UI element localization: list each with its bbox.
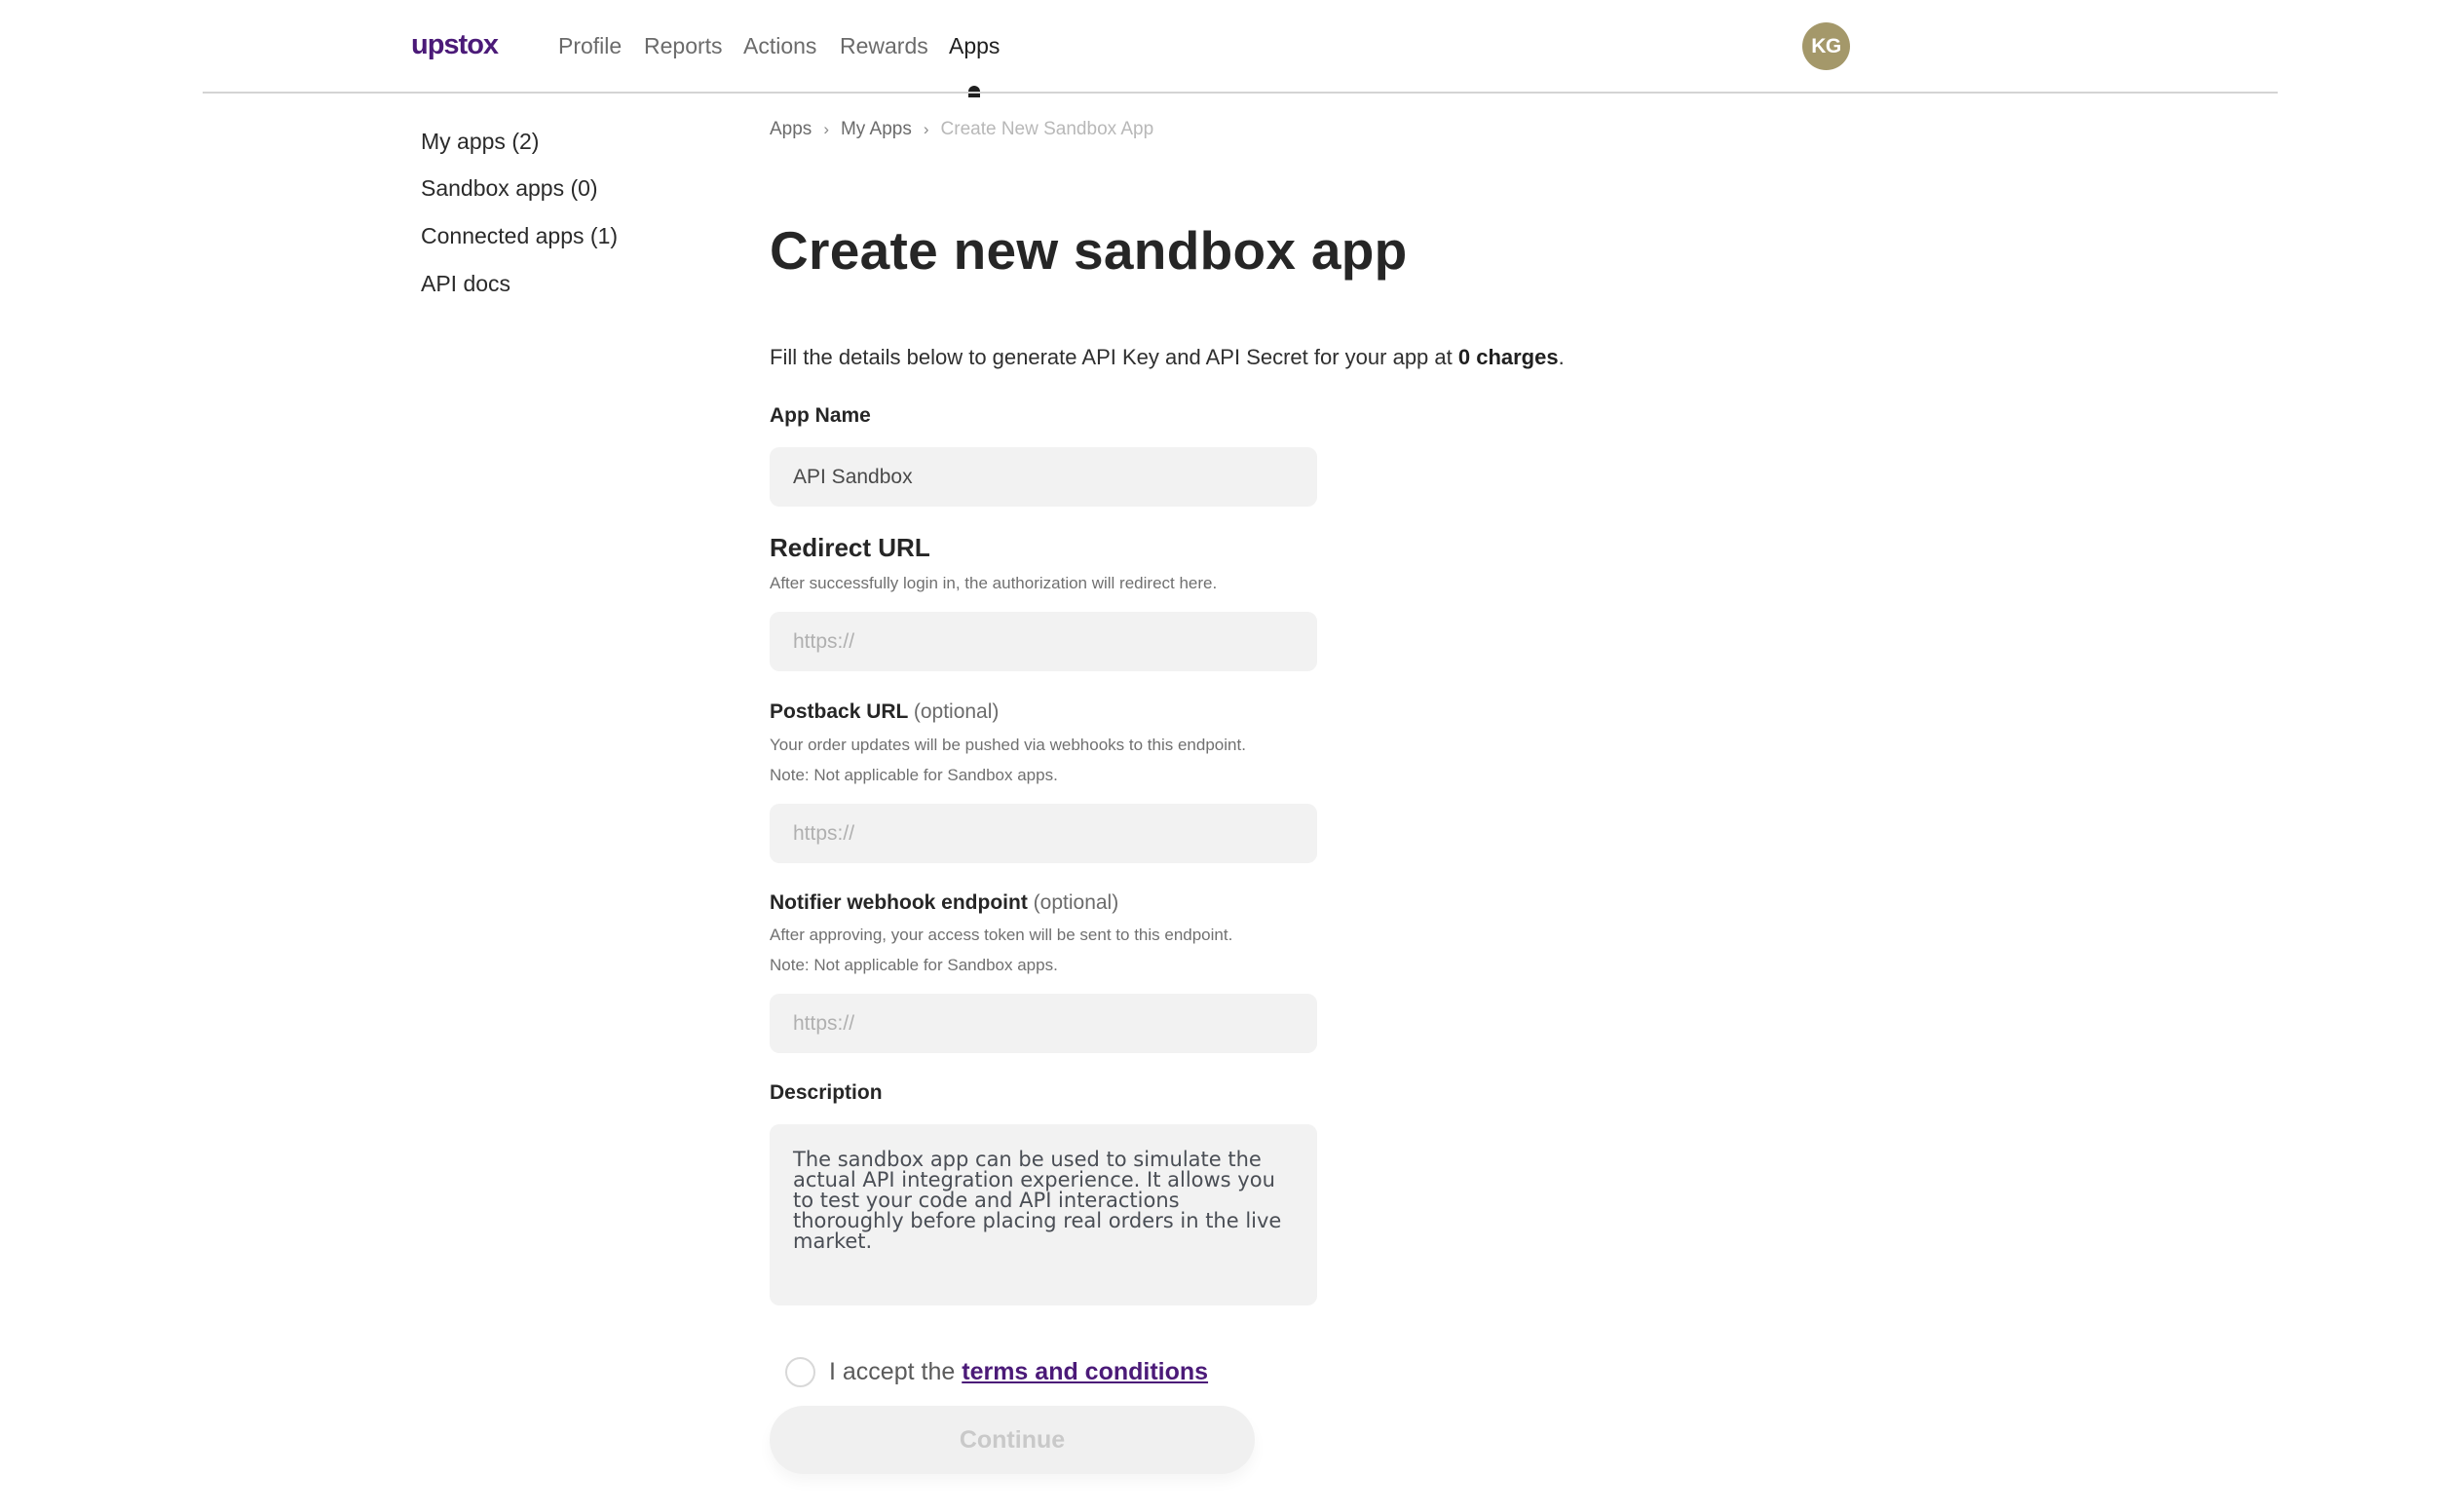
top-header: upstox Profile Reports Actions Rewards A… xyxy=(0,0,2455,97)
postback-url-label-text: Postback URL xyxy=(770,700,908,723)
optional-tag: (optional) xyxy=(1033,891,1119,914)
accept-terms-row: I accept the terms and conditions xyxy=(770,1356,1208,1387)
redirect-url-label: Redirect URL xyxy=(770,533,930,562)
user-avatar[interactable]: KG xyxy=(1802,22,1850,70)
intro-charges: 0 charges xyxy=(1457,345,1559,369)
nav-item-actions[interactable]: Actions xyxy=(743,31,816,60)
notifier-webhook-helper: After approving, your access token will … xyxy=(770,926,1233,944)
accept-terms-checkbox[interactable] xyxy=(785,1356,815,1387)
nav-item-rewards[interactable]: Rewards xyxy=(840,31,928,60)
page-title: Create new sandbox app xyxy=(770,220,1408,281)
description-textarea[interactable]: The sandbox app can be used to simulate … xyxy=(770,1124,1317,1305)
app-name-input[interactable] xyxy=(770,447,1317,507)
notifier-webhook-input[interactable] xyxy=(770,994,1317,1053)
notifier-webhook-label: Notifier webhook endpoint (optional) xyxy=(770,889,1118,917)
accept-terms-text: I accept the xyxy=(829,1358,956,1385)
breadcrumb: Apps › My Apps › Create New Sandbox App xyxy=(770,118,1153,141)
notifier-webhook-label-text: Notifier webhook endpoint xyxy=(770,891,1028,914)
postback-url-helper: Your order updates will be pushed via we… xyxy=(770,736,1246,754)
app-name-label: App Name xyxy=(770,404,871,427)
breadcrumb-my-apps[interactable]: My Apps xyxy=(841,119,912,139)
optional-tag: (optional) xyxy=(913,700,1000,723)
nav-item-reports[interactable]: Reports xyxy=(644,31,723,60)
sidebar-item-connected-apps[interactable]: Connected apps (1) xyxy=(421,221,618,250)
notifier-webhook-note: Note: Not applicable for Sandbox apps. xyxy=(770,956,1058,974)
intro-prefix: Fill the details below to generate API K… xyxy=(770,345,1458,369)
breadcrumb-apps[interactable]: Apps xyxy=(770,119,812,139)
redirect-url-input[interactable] xyxy=(770,612,1317,671)
postback-url-label: Postback URL (optional) xyxy=(770,699,999,726)
redirect-url-helper: After successfully login in, the authori… xyxy=(770,574,1218,592)
sidebar-item-my-apps[interactable]: My apps (2) xyxy=(421,127,539,156)
sidebar-item-sandbox-apps[interactable]: Sandbox apps (0) xyxy=(421,173,598,203)
terms-and-conditions-link[interactable]: terms and conditions xyxy=(962,1356,1208,1387)
breadcrumb-separator: › xyxy=(923,120,929,138)
breadcrumb-current: Create New Sandbox App xyxy=(940,119,1154,139)
intro-suffix: . xyxy=(1558,345,1565,369)
nav-item-profile[interactable]: Profile xyxy=(558,31,622,60)
upstox-logo[interactable]: upstox xyxy=(411,27,499,62)
continue-button[interactable]: Continue xyxy=(770,1406,1255,1474)
postback-url-input[interactable] xyxy=(770,804,1317,863)
nav-item-apps[interactable]: Apps xyxy=(949,31,1000,60)
intro-text: Fill the details below to generate API K… xyxy=(770,344,1565,371)
breadcrumb-separator: › xyxy=(823,120,829,138)
header-divider xyxy=(203,92,2278,94)
description-label: Description xyxy=(770,1081,883,1104)
postback-url-note: Note: Not applicable for Sandbox apps. xyxy=(770,766,1058,784)
sidebar-item-api-docs[interactable]: API docs xyxy=(421,269,510,298)
